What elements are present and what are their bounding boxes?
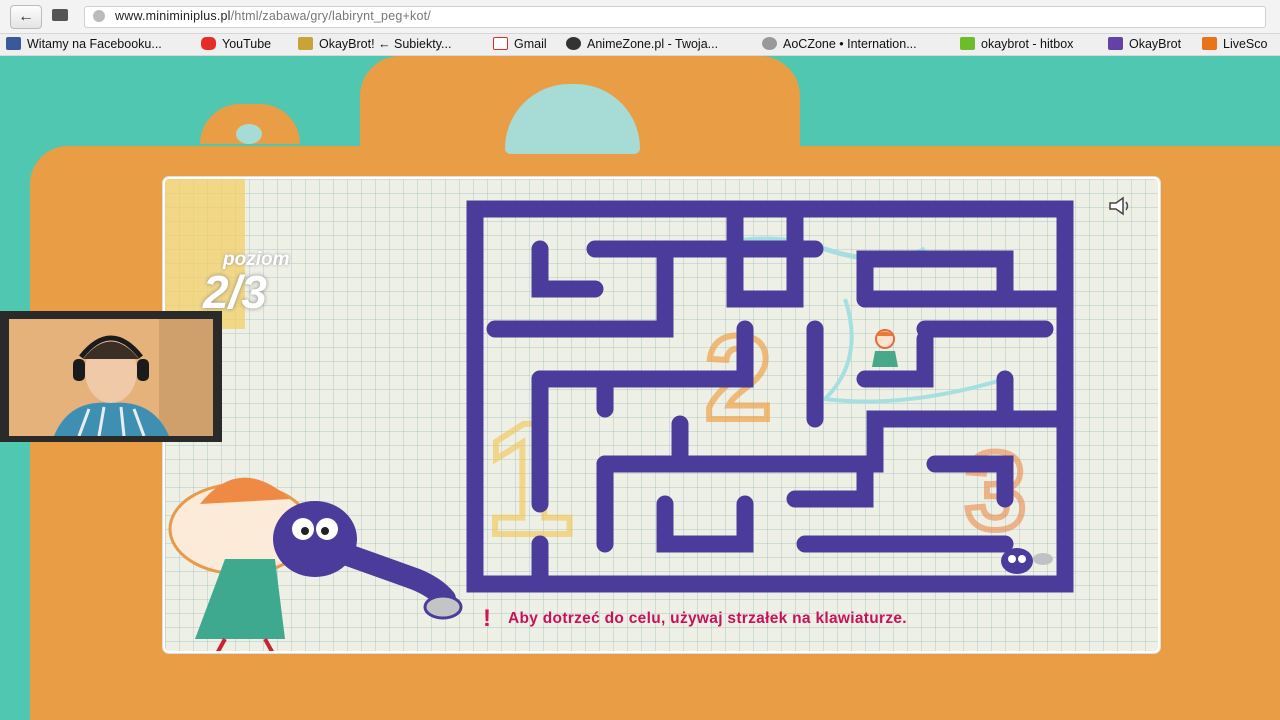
bookmark-youtube[interactable]: YouTube [201, 36, 271, 53]
site-info-icon[interactable] [93, 10, 105, 22]
bookmark-livescore[interactable]: LiveSco [1202, 36, 1267, 53]
facebook-icon [6, 37, 21, 50]
back-button[interactable]: ← [10, 5, 42, 29]
instruction-text: Aby dotrzeć do celu, używaj strzałek na … [508, 610, 907, 627]
bookmark-label: OkayBrot [1129, 37, 1182, 51]
animezone-icon [566, 37, 581, 50]
bookmark-label: Gmail [514, 37, 547, 51]
address-bar: ← www.miniminiplus.pl/html/zabawa/gry/la… [0, 0, 1280, 34]
maze-game[interactable]: 1 2 3 poziom 2/3 ! Aby dotrzeć do celu, … [163, 177, 1160, 653]
url-field[interactable]: www.miniminiplus.pl/html/zabawa/gry/labi… [84, 6, 1266, 28]
bookmark-label: YouTube [222, 37, 272, 51]
bookmark-label: okaybrot - hitbox [981, 37, 1074, 51]
bookmark-hitbox[interactable]: okaybrot - hitbox [960, 36, 1073, 53]
livescore-icon [1202, 37, 1217, 50]
peg-character-icon [872, 329, 898, 367]
bookmarks-bar: Witamy na Facebooku... YouTube OkayBrot!… [0, 34, 1280, 56]
cat-character-icon [1001, 548, 1053, 574]
twitch-icon [1108, 37, 1123, 50]
bookmark-twitch-okaybrot[interactable]: OkayBrot [1108, 36, 1181, 53]
bookmark-label: OkayBrot! ← Subiekty... [319, 37, 452, 51]
bookmark-animezone[interactable]: AnimeZone.pl - Twoja... [566, 36, 718, 53]
bookmark-label: AoCZone • Internation... [783, 37, 917, 51]
exclamation-icon: ! [483, 605, 491, 632]
hitbox-icon [960, 37, 975, 50]
aoczone-icon [762, 37, 777, 50]
peg-and-cat-illustration [168, 477, 463, 651]
bag-ring-hole [236, 124, 262, 144]
url-text: www.miniminiplus.pl/html/zabawa/gry/labi… [115, 9, 431, 23]
number-three-decoration: 3 [965, 430, 1026, 553]
webcam-video [9, 319, 213, 436]
number-one-decoration: 1 [485, 389, 574, 568]
bookmark-label: LiveSco [1223, 37, 1268, 51]
gmail-icon [493, 37, 508, 50]
page-icon [52, 9, 68, 21]
bookmark-aoczone[interactable]: AoCZone • Internation... [762, 36, 917, 53]
bookmark-label: AnimeZone.pl - Twoja... [587, 37, 719, 51]
bookmark-gmail[interactable]: Gmail [493, 36, 547, 53]
bookmark-label: Witamy na Facebooku... [27, 37, 162, 51]
streamer-avatar [9, 319, 213, 436]
webcam-overlay [0, 311, 222, 442]
bookmark-facebook[interactable]: Witamy na Facebooku... [6, 36, 162, 53]
okaybrot-icon [298, 37, 313, 50]
speaker-icon[interactable] [1107, 195, 1133, 217]
youtube-icon [201, 37, 216, 50]
bookmark-okaybrot-subiekty[interactable]: OkayBrot! ← Subiekty... [298, 36, 451, 53]
